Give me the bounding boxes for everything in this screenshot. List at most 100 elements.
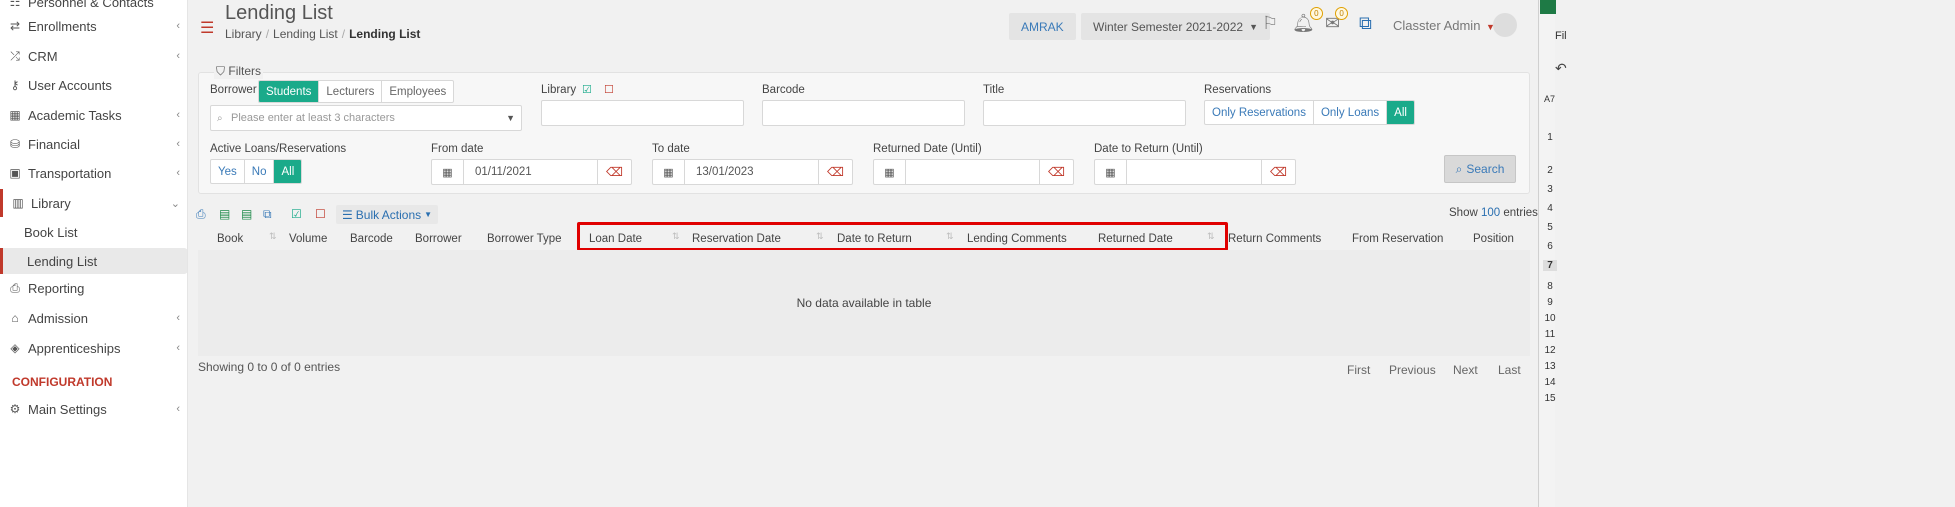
pager-first[interactable]: First (1347, 363, 1370, 377)
column-header-returned-date[interactable]: Returned Date (1098, 233, 1173, 245)
returned-date-field[interactable]: ▦ ⌫ (873, 159, 1074, 185)
column-header-from-reservation[interactable]: From Reservation (1352, 233, 1443, 245)
column-header-reservation-date[interactable]: Reservation Date (692, 233, 781, 245)
envelope-icon[interactable]: ✉ 0 (1325, 7, 1349, 34)
borrower-select[interactable]: ⌕ Please enter at least 3 characters ▼ (210, 105, 522, 131)
calendar-icon[interactable]: ▦ (1095, 160, 1127, 184)
active-no-button[interactable]: No (245, 160, 275, 183)
from-date-field[interactable]: ▦ 01/11/2021 ⌫ (431, 159, 632, 185)
column-header-book[interactable]: Book (217, 233, 243, 245)
sidebar-item-reporting[interactable]: ⎙ Reporting (0, 274, 187, 302)
page-length-control[interactable]: Show 100 entries (1449, 207, 1538, 219)
pager-previous[interactable]: Previous (1389, 363, 1436, 377)
sidebar-item-user-accounts[interactable]: ⚷ User Accounts (0, 71, 187, 99)
active-label: Active Loans/Reservations (210, 143, 347, 155)
select-all-icon[interactable]: ☑ (291, 207, 302, 221)
sort-icon[interactable]: ⇅ (269, 231, 277, 242)
sidebar-item-transportation[interactable]: ▣ Transportation ‹ (0, 159, 187, 187)
row-number: 6 (1547, 241, 1553, 252)
deselect-all-icon[interactable]: ☐ (315, 207, 326, 221)
sidebar-subitem-book-list[interactable]: Book List (0, 219, 187, 245)
sidebar-item-enrollments[interactable]: ⇄ Enrollments ‹ (0, 12, 187, 40)
sidebar-item-label: Enrollments (28, 18, 97, 34)
library-input[interactable] (541, 100, 744, 126)
date-to-return-value[interactable] (1127, 160, 1261, 184)
barcode-input[interactable] (762, 100, 965, 126)
breadcrumb-item[interactable]: Lending List (273, 27, 338, 41)
borrower-students-button[interactable]: Students (259, 81, 320, 102)
only-loans-button[interactable]: Only Loans (1314, 101, 1388, 124)
csv-icon[interactable]: ▤ (241, 207, 252, 221)
active-yes-button[interactable]: Yes (211, 160, 245, 183)
sidebar-item-label: Library (31, 195, 71, 211)
layers-add-icon[interactable]: ⧉ (1359, 13, 1372, 34)
print-icon[interactable]: ⎙ (196, 207, 206, 222)
returned-date-value[interactable] (906, 160, 1039, 184)
sidebar-section-title: CONFIGURATION (12, 375, 113, 389)
pager-last[interactable]: Last (1498, 363, 1521, 377)
eraser-icon[interactable]: ⌫ (597, 160, 631, 184)
bell-icon[interactable]: 🔔︎ 0 (1292, 7, 1323, 34)
active-all-button[interactable]: All (274, 160, 302, 183)
column-header-borrower-type[interactable]: Borrower Type (487, 233, 562, 245)
excel-icon[interactable]: ▤ (219, 207, 230, 221)
pager-next[interactable]: Next (1453, 363, 1478, 377)
column-header-barcode[interactable]: Barcode (350, 233, 393, 245)
sort-icon[interactable]: ⇅ (672, 231, 680, 242)
sidebar-item-main-settings[interactable]: ⚙ Main Settings ‹ (0, 395, 187, 423)
sidebar-item-library[interactable]: ▥ Library ⌄ (0, 189, 187, 217)
page-length-value[interactable]: 100 (1481, 207, 1500, 219)
column-header-loan-date[interactable]: Loan Date (589, 233, 642, 245)
semester-selector[interactable]: Winter Semester 2021-2022 ▼ (1081, 13, 1270, 40)
org-selector[interactable]: AMRAK (1009, 13, 1076, 40)
hamburger-menu-icon[interactable]: ☰ (200, 18, 214, 38)
bulk-actions-dropdown[interactable]: ☰ Bulk Actions ▼ (336, 205, 439, 224)
sidebar-item-academic-tasks[interactable]: ▦ Academic Tasks ‹ (0, 101, 187, 129)
search-button[interactable]: ⌕ Search (1444, 155, 1516, 183)
flag-icon[interactable]: ⚐ (1262, 13, 1278, 34)
breadcrumb-separator: / (265, 27, 270, 41)
eraser-icon[interactable]: ⌫ (1261, 160, 1295, 184)
calendar-icon[interactable]: ▦ (653, 160, 685, 184)
exchange-icon: ⇄ (9, 19, 21, 33)
sidebar-subitem-lending-list[interactable]: Lending List (0, 248, 187, 274)
calendar-icon[interactable]: ▦ (432, 160, 464, 184)
borrower-label: Borrower (210, 84, 257, 96)
sidebar-item-financial[interactable]: ⛁ Financial ‹ (0, 130, 187, 158)
file-menu[interactable]: Fil (1555, 30, 1567, 42)
to-date-value[interactable]: 13/01/2023 (685, 160, 818, 184)
copy-icon[interactable]: ⧉ (263, 207, 272, 222)
avatar[interactable] (1493, 13, 1517, 37)
uncheck-all-icon[interactable]: ☐ (604, 83, 614, 96)
eraser-icon[interactable]: ⌫ (1039, 160, 1073, 184)
column-header-borrower[interactable]: Borrower (415, 233, 462, 245)
chevron-left-icon: ‹ (176, 138, 180, 150)
sort-icon[interactable]: ⇅ (816, 231, 824, 242)
column-header-volume[interactable]: Volume (289, 233, 327, 245)
semester-label: Winter Semester 2021-2022 (1093, 19, 1244, 34)
sidebar-item-admission[interactable]: ⌂ Admission ‹ (0, 304, 187, 332)
only-reservations-button[interactable]: Only Reservations (1205, 101, 1314, 124)
sort-icon[interactable]: ⇅ (1207, 231, 1215, 242)
title-input[interactable] (983, 100, 1186, 126)
from-date-value[interactable]: 01/11/2021 (464, 160, 597, 184)
user-menu[interactable]: Classter Admin ▼ (1393, 18, 1495, 33)
borrower-lecturers-button[interactable]: Lecturers (319, 81, 383, 102)
column-header-lending-comments[interactable]: Lending Comments (967, 233, 1067, 245)
calendar-icon[interactable]: ▦ (874, 160, 906, 184)
column-header-return-comments[interactable]: Return Comments (1228, 233, 1321, 245)
undo-icon[interactable]: ↶ (1555, 60, 1567, 77)
sort-icon[interactable]: ⇅ (946, 231, 954, 242)
date-to-return-field[interactable]: ▦ ⌫ (1094, 159, 1296, 185)
check-all-icon[interactable]: ☑ (582, 83, 592, 96)
sidebar-item-label: Academic Tasks (28, 107, 122, 123)
eraser-icon[interactable]: ⌫ (818, 160, 852, 184)
column-header-date-to-return[interactable]: Date to Return (837, 233, 912, 245)
breadcrumb-item[interactable]: Library (225, 27, 262, 41)
column-header-position[interactable]: Position (1473, 233, 1514, 245)
sidebar-item-apprenticeships[interactable]: ◈ Apprenticeships ‹ (0, 334, 187, 362)
sidebar-item-crm[interactable]: ⤮ CRM ‹ (0, 42, 187, 70)
reservations-all-button[interactable]: All (1387, 101, 1414, 124)
borrower-employees-button[interactable]: Employees (382, 81, 453, 102)
to-date-field[interactable]: ▦ 13/01/2023 ⌫ (652, 159, 853, 185)
